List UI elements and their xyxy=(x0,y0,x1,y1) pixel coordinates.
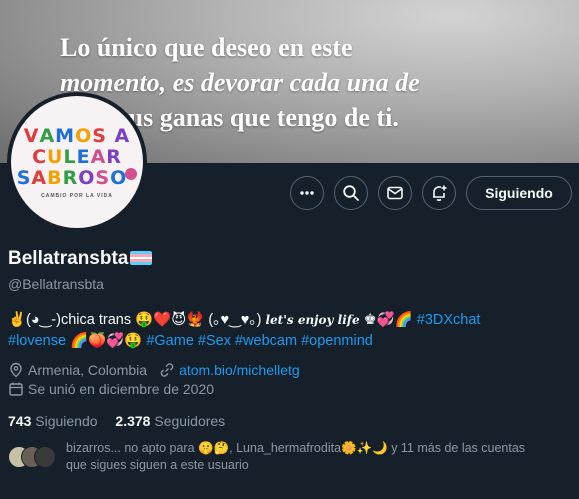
more-button[interactable] xyxy=(290,176,324,210)
profile-handle: @Bellatransbta xyxy=(8,276,104,292)
logo-line-3: SABROSO xyxy=(17,167,138,189)
known-followers-line-1: bizarros... no apto para 🤫🤔, Luna_hermaf… xyxy=(66,441,526,455)
hashtag-link[interactable]: #Sex xyxy=(198,333,231,349)
following-button[interactable]: Siguiendo xyxy=(466,176,572,210)
bio-emojis: ♚💞🌈 xyxy=(359,312,413,328)
display-name-text: Bellatransbta xyxy=(8,248,129,269)
profile-website-link[interactable]: atom.bio/michelletg xyxy=(179,362,300,378)
notifications-button[interactable] xyxy=(422,176,456,210)
following-label: Siguiendo xyxy=(35,413,98,429)
search-icon xyxy=(343,185,359,201)
location-pin-icon xyxy=(10,362,22,378)
calendar-icon xyxy=(9,382,23,396)
banner-line-2: momento, es devorar cada una de xyxy=(60,68,420,97)
profile-avatar[interactable]: VAMOS A CULEAR SABROSO CAMBIO POR LA VID… xyxy=(7,92,147,232)
following-stat[interactable]: 743 Siguiendo xyxy=(8,413,98,429)
message-button[interactable] xyxy=(378,176,412,210)
bell-plus-icon xyxy=(433,185,447,202)
profile-joined-row: Se unió en diciembre de 2020 xyxy=(8,381,214,397)
profile-bio: ✌️(◕‿-)chica trans 🤑❤️😈🐦‍🔥 (｡♥‿♥｡) let's… xyxy=(8,310,573,352)
logo-line-2: CULEAR xyxy=(32,145,122,168)
hashtag-link[interactable]: #webcam xyxy=(235,333,297,349)
bio-line-2: #lovense 🌈🍑💞🤑 #Game #Sex #webcam #openmi… xyxy=(8,331,573,352)
bio-emojis-2: 🌈🍑💞🤑 xyxy=(66,333,147,349)
followers-stat[interactable]: 2.378 Seguidores xyxy=(115,413,225,429)
ellipsis-icon xyxy=(300,191,314,195)
profile-joined-date: Se unió en diciembre de 2020 xyxy=(28,381,215,397)
bio-text: ✌️(◕‿-)chica trans 🤑❤️😈🐦‍🔥 (｡♥‿♥｡) xyxy=(8,312,266,328)
known-followers-text: bizarros... no apto para 🤫🤔, Luna_hermaf… xyxy=(66,440,566,474)
known-followers-avatars xyxy=(8,446,58,468)
logo-badge-icon xyxy=(125,167,138,180)
avatar xyxy=(34,446,56,468)
avatar-logo: VAMOS A CULEAR SABROSO CAMBIO POR LA VID… xyxy=(11,96,143,228)
display-name: Bellatransbta xyxy=(8,248,153,270)
profile-stats: 743 Siguiendo 2.378 Seguidores xyxy=(8,413,225,429)
logo-line-1: VAMOS A xyxy=(23,124,131,147)
envelope-icon xyxy=(387,186,403,200)
hashtag-link[interactable]: #3DXchat xyxy=(417,312,481,328)
link-icon xyxy=(160,363,174,377)
hashtag-link[interactable]: #lovense xyxy=(8,333,66,349)
transgender-flag-icon xyxy=(130,251,153,265)
profile-location: Armenia, Colombia xyxy=(28,362,148,378)
profile-meta-row: Armenia, Colombia atom.bio/michelletg xyxy=(8,362,300,378)
banner-line-1: Lo único que deseo en este xyxy=(60,33,353,62)
bio-script-text: let's enjoy life xyxy=(265,313,360,327)
bio-line-1: ✌️(◕‿-)chica trans 🤑❤️😈🐦‍🔥 (｡♥‿♥｡) let's… xyxy=(8,310,573,331)
followers-count: 2.378 xyxy=(115,413,151,429)
search-profile-button[interactable] xyxy=(334,176,368,210)
known-followers-line-2: que sigues siguen a este usuario xyxy=(66,458,249,472)
logo-tagline: CAMBIO POR LA VIDA xyxy=(41,192,113,199)
followers-label: Seguidores xyxy=(154,413,226,429)
hashtag-link[interactable]: #Game xyxy=(146,333,194,349)
following-count: 743 xyxy=(8,413,32,429)
hashtag-link[interactable]: #openmind xyxy=(301,333,373,349)
